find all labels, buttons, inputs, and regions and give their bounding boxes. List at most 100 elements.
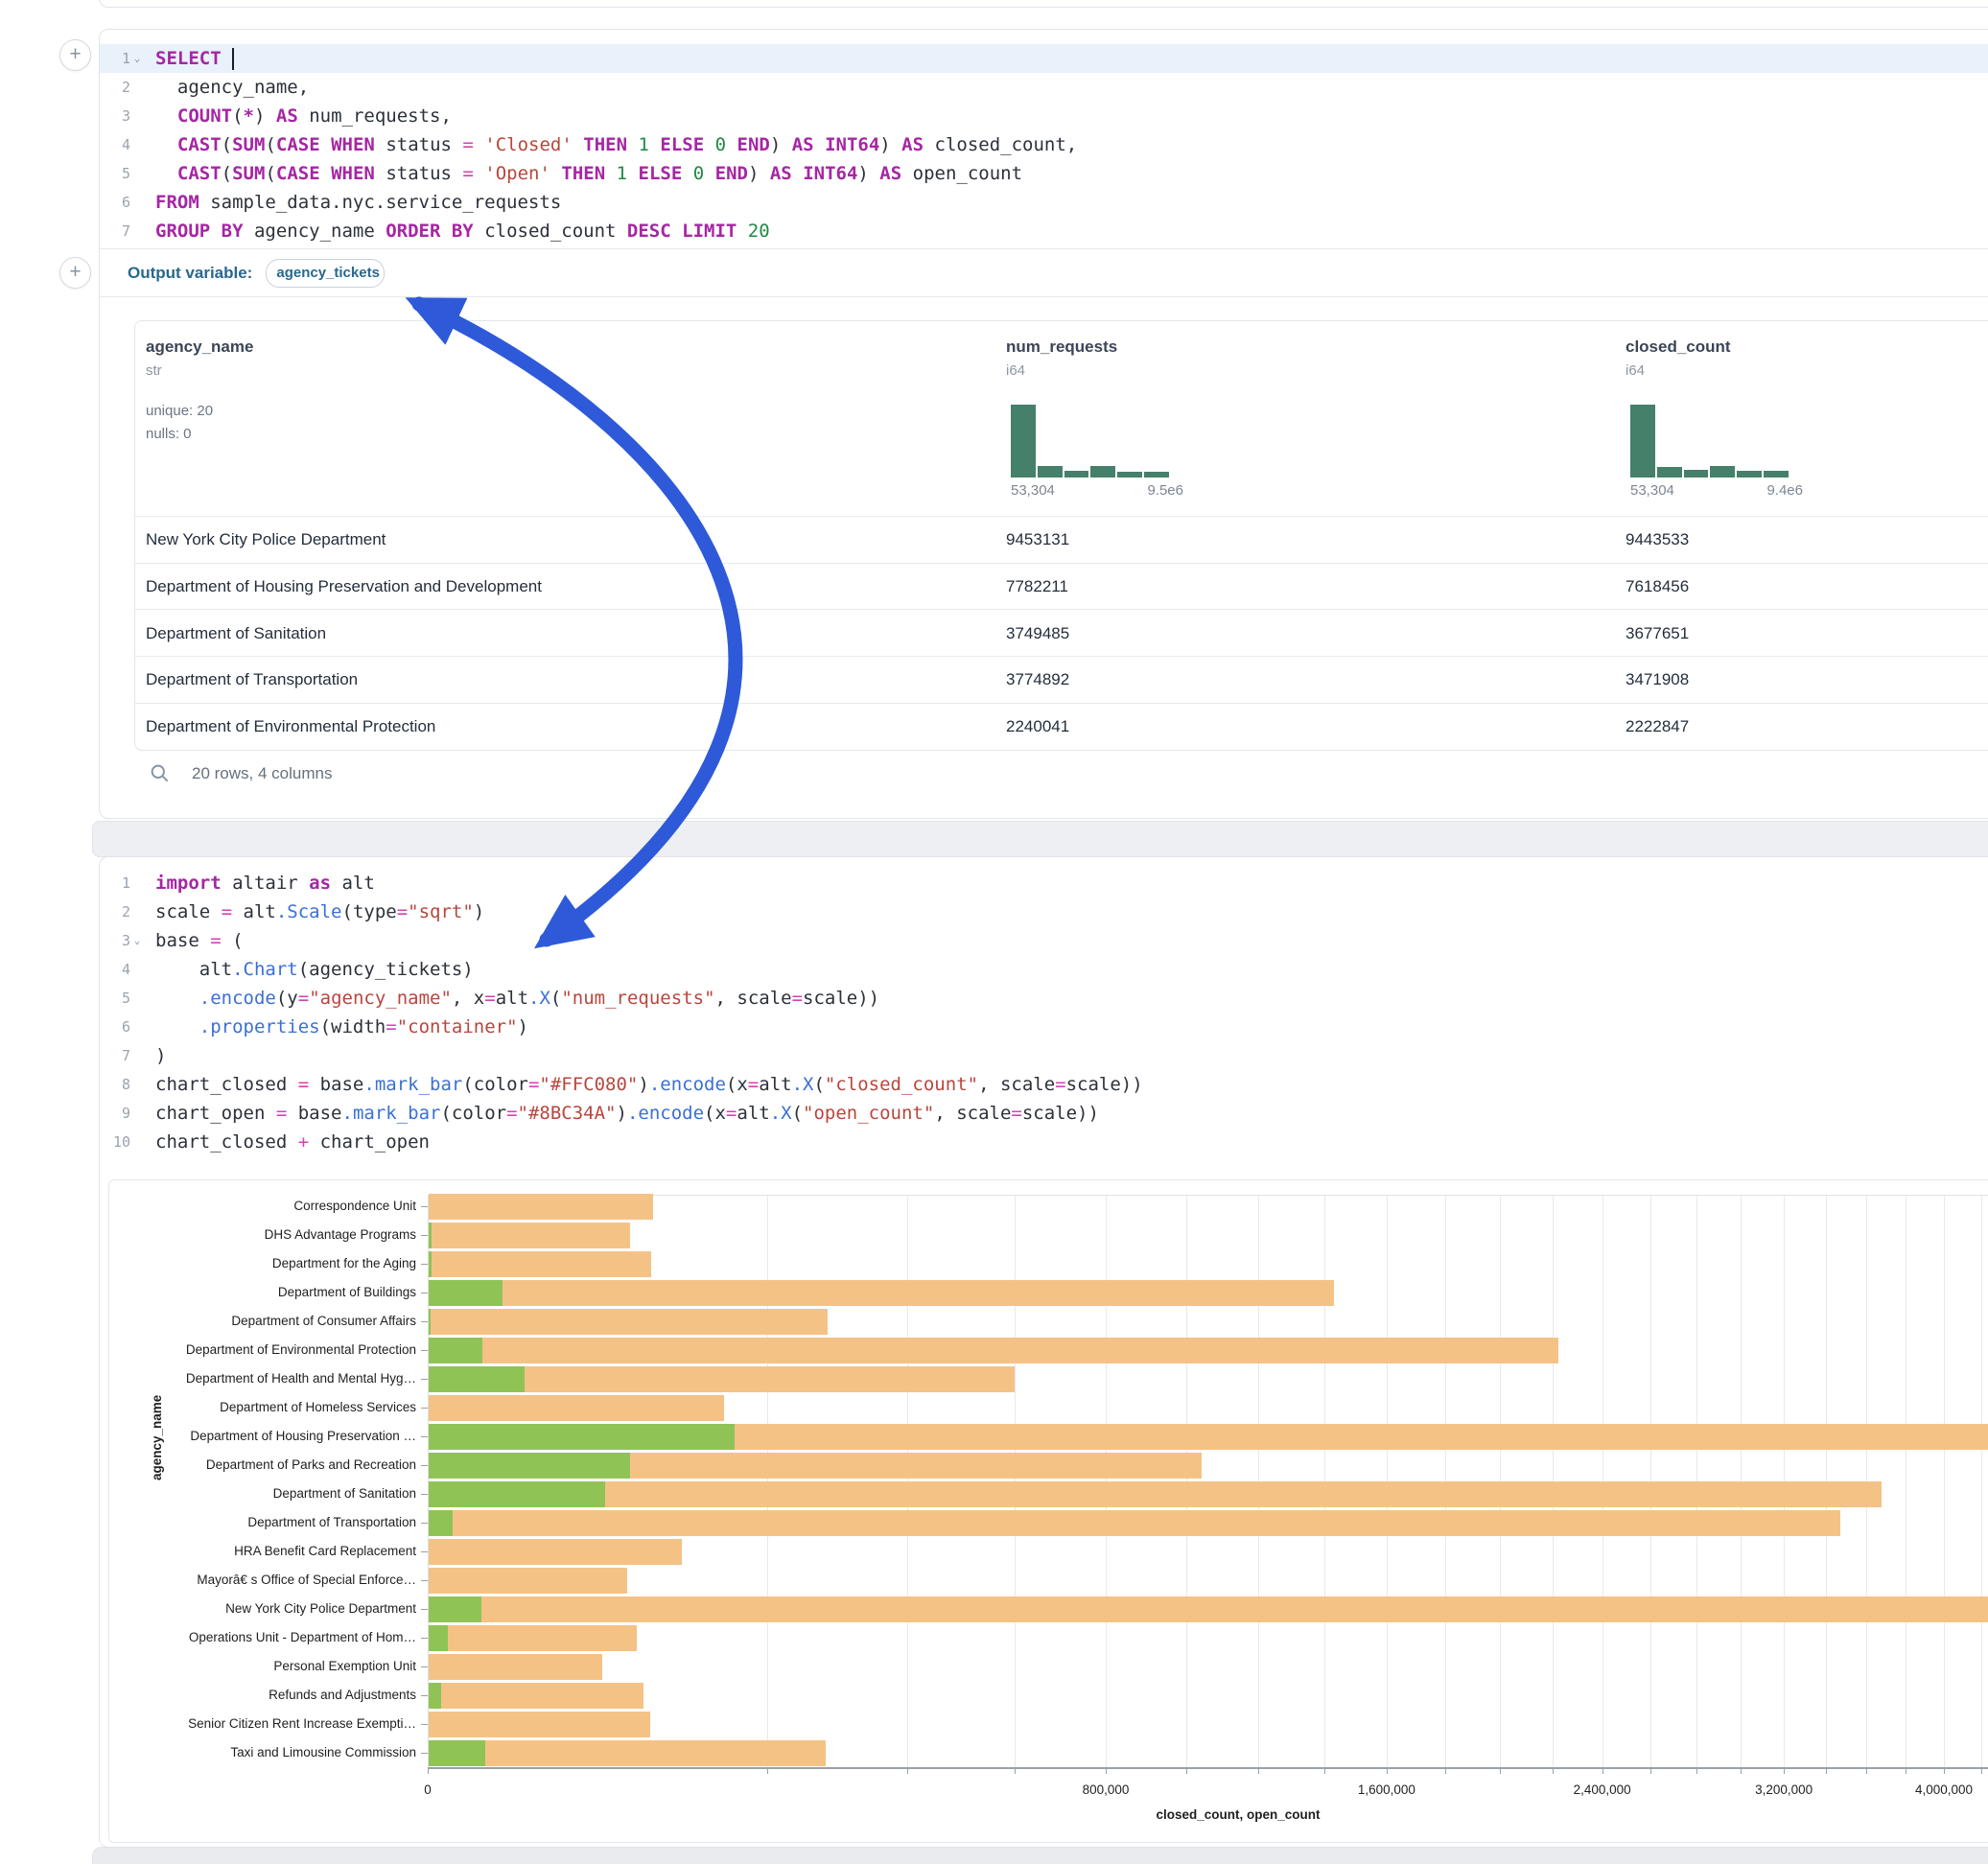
code-token: =: [748, 1074, 759, 1095]
x-axis-tick-label: 0: [424, 1782, 432, 1797]
code-token: [550, 163, 561, 184]
x-tick: [1826, 1767, 1827, 1774]
y-tick: [421, 1523, 428, 1524]
y-tick: [421, 1436, 428, 1437]
code-token: SELECT: [155, 48, 222, 69]
code-token: AS: [792, 134, 814, 155]
x-tick: [1866, 1767, 1867, 1774]
y-tick: [421, 1235, 428, 1236]
x-tick: [1186, 1767, 1187, 1774]
gridline: [1981, 1195, 1982, 1767]
result-table: agency_namestrunique: 20nulls: 0num_requ…: [134, 320, 1988, 751]
code-token: CASE: [276, 163, 320, 184]
code-token: END: [715, 163, 748, 184]
sql-editor[interactable]: 1⌄SELECT 2 agency_name,3 COUNT(*) AS num…: [100, 44, 1988, 245]
code-token: =: [397, 901, 408, 922]
bar-closed-count: [429, 1596, 1988, 1622]
code-token: chart_open: [309, 1131, 430, 1153]
code-token: "open_count": [803, 1103, 934, 1124]
bar-open-count: [429, 1424, 735, 1450]
code-token: (: [222, 163, 232, 184]
histogram-bar: [1038, 466, 1063, 478]
x-tick: [1015, 1767, 1016, 1774]
code-token: INT64: [803, 163, 857, 184]
line-number: 6: [100, 194, 130, 211]
code-content: FROM sample_data.nyc.service_requests: [144, 192, 561, 213]
code-content: CAST(SUM(CASE WHEN status = 'Open' THEN …: [144, 163, 1022, 184]
y-tick: [421, 1695, 428, 1696]
bar-closed-count: [429, 1539, 682, 1565]
code-token: [573, 134, 583, 155]
line-number: 9: [100, 1105, 130, 1122]
code-token: (: [813, 1074, 824, 1095]
output-variable-pill[interactable]: agency_tickets: [266, 259, 385, 288]
cell-agency-name: Department of Transportation: [146, 670, 358, 689]
python-editor[interactable]: 1import altair as alt2scale = alt.Scale(…: [100, 869, 1988, 1156]
bar-closed-count: [429, 1223, 630, 1248]
table-row: Department of Transportation377489234719…: [135, 656, 1988, 704]
code-content: GROUP BY agency_name ORDER BY closed_cou…: [144, 221, 770, 242]
bar-closed-count: [429, 1510, 1840, 1536]
x-tick: [1445, 1767, 1446, 1774]
y-axis-label: HRA Benefit Card Replacement: [129, 1544, 416, 1558]
code-token: +: [298, 1131, 309, 1153]
bar-closed-count: [429, 1712, 650, 1737]
code-content: .encode(y="agency_name", x=alt.X("num_re…: [144, 988, 879, 1009]
add-cell-button[interactable]: +: [59, 39, 91, 71]
y-axis-label: Senior Citizen Rent Increase Exempti…: [129, 1716, 416, 1731]
code-token: (type: [342, 901, 397, 922]
code-token: scale)): [803, 988, 879, 1009]
code-token: ): [254, 105, 276, 127]
x-axis-tick-label: 1,600,000: [1358, 1782, 1415, 1797]
bar-closed-count: [429, 1654, 602, 1680]
bar-open-count: [429, 1366, 525, 1392]
code-token: chart_closed: [155, 1131, 298, 1153]
code-token: alt: [496, 988, 528, 1009]
fold-chevron-icon[interactable]: ⌄: [130, 54, 144, 63]
fold-chevron-icon[interactable]: ⌄: [130, 936, 144, 945]
code-token: WHEN: [331, 134, 375, 155]
code-token: as: [309, 873, 331, 894]
search-icon[interactable]: [150, 763, 171, 784]
column-header-closed_count[interactable]: closed_counti64: [1625, 338, 1731, 379]
line-gutter: 1: [100, 874, 144, 892]
column-stat: unique: 20: [146, 403, 213, 419]
code-line: 10chart_closed + chart_open: [100, 1128, 1988, 1156]
code-token: ): [857, 163, 879, 184]
code-token: =: [792, 988, 803, 1009]
y-tick: [421, 1494, 428, 1495]
code-token: agency_name: [244, 221, 386, 242]
code-line: 4 alt.Chart(agency_tickets): [100, 955, 1988, 984]
code-token: AS: [276, 105, 298, 127]
code-token: .mark_bar: [363, 1074, 462, 1095]
code-token: (: [232, 105, 243, 127]
bar-closed-count: [429, 1280, 1334, 1306]
code-token: (x: [704, 1103, 726, 1124]
code-token: alt: [759, 1074, 791, 1095]
column-header-num_requests[interactable]: num_requestsi64: [1006, 338, 1117, 379]
code-token: THEN: [583, 134, 627, 155]
add-cell-button[interactable]: +: [59, 257, 91, 289]
y-axis-label: DHS Advantage Programs: [129, 1227, 416, 1242]
plot-top-border: [428, 1195, 1988, 1196]
code-line: 3 COUNT(*) AS num_requests,: [100, 102, 1988, 130]
table-row: New York City Police Department945313194…: [135, 516, 1988, 564]
y-axis-label: Department of Transportation: [129, 1515, 416, 1529]
code-token: [792, 163, 803, 184]
code-line: 5 .encode(y="agency_name", x=alt.X("num_…: [100, 984, 1988, 1013]
code-token: [671, 221, 682, 242]
bar-closed-count: [429, 1568, 627, 1594]
y-tick: [421, 1465, 428, 1466]
code-token: INT64: [825, 134, 879, 155]
code-token: status: [375, 134, 463, 155]
code-token: "#FFC080": [539, 1074, 638, 1095]
code-token: 'Closed': [484, 134, 573, 155]
code-token: *: [244, 105, 254, 127]
x-tick: [1741, 1767, 1742, 1774]
code-token: AS: [770, 163, 792, 184]
column-header-agency_name[interactable]: agency_namestr: [146, 338, 253, 379]
y-axis-label: Mayorâ€ s Office of Special Enforce…: [129, 1573, 416, 1587]
bar-open-count: [429, 1683, 441, 1709]
gridline: [1944, 1195, 1945, 1767]
code-token: (: [265, 163, 275, 184]
